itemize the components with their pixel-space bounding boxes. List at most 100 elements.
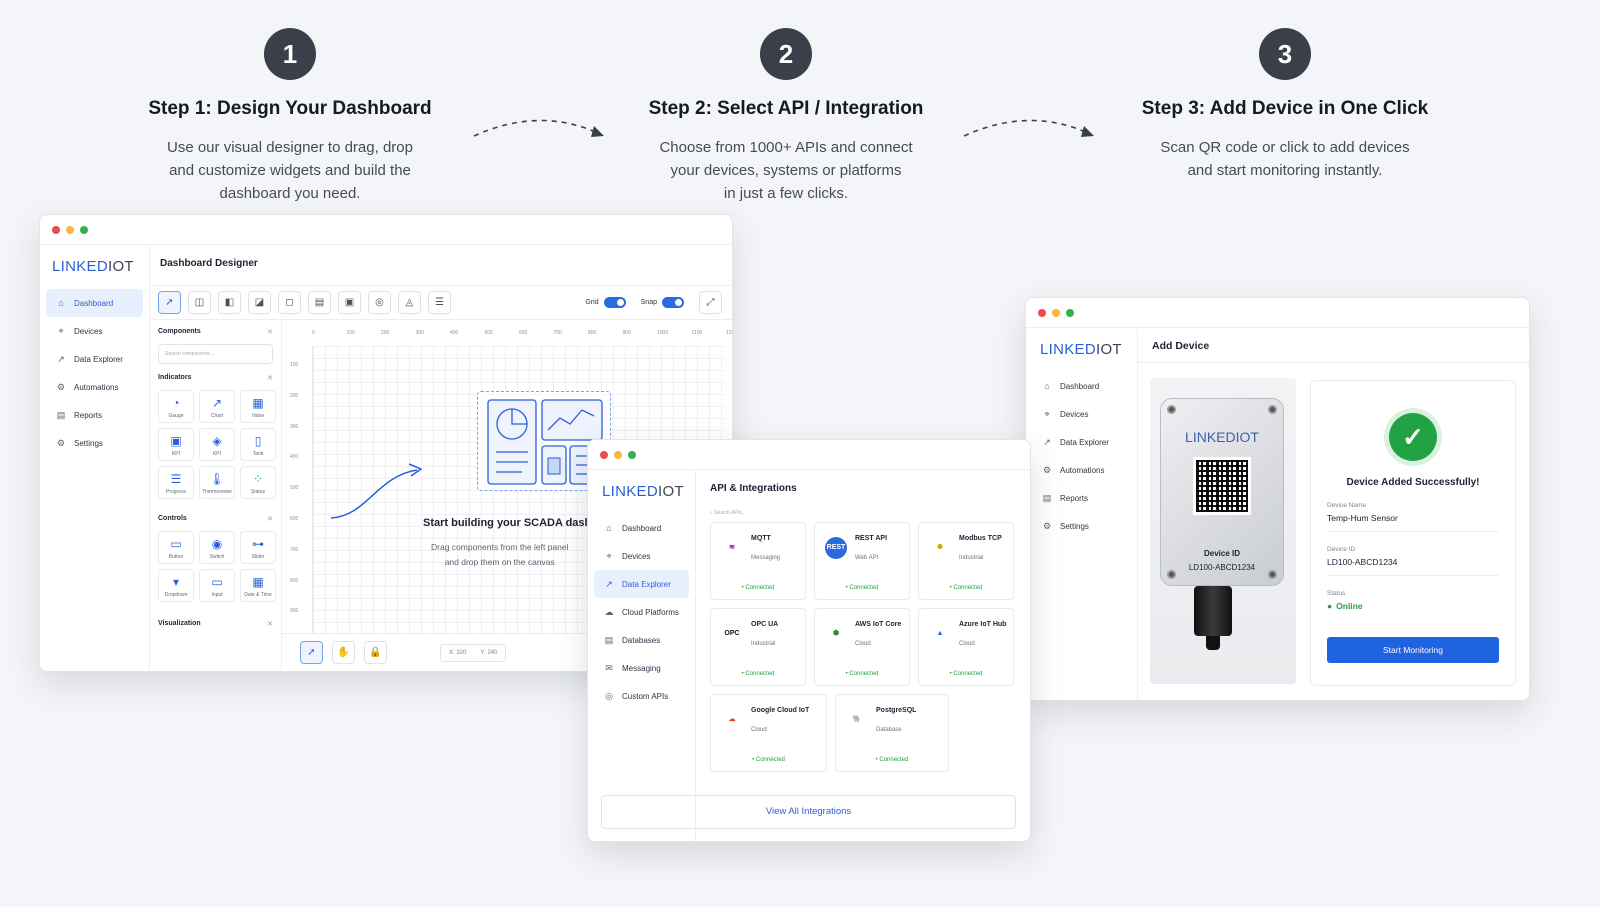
grid-switch[interactable] [603,297,626,308]
components-header: Components ✕ [158,328,273,336]
kpi-component[interactable]: ◈ KPI [199,428,235,461]
search-input[interactable]: ⌕ Search APIs... [710,510,1016,516]
expand-icon[interactable]: ⤢ [699,291,722,314]
integration-name: Google Cloud IoT [751,707,810,714]
widget-tool-button[interactable]: ◫ [188,291,211,314]
integration-card[interactable]: ▲ Azure IoT Hub Cloud • Connected [918,608,1014,686]
integration-logo-icon: ▲ [929,623,951,645]
image-tool-button[interactable]: ◬ [398,291,421,314]
dropdown-component[interactable]: ▾ Dropdown [158,569,194,602]
widget-tool-button[interactable]: ◧ [218,291,241,314]
switch-component[interactable]: ◉ Switch [199,531,235,564]
pointer-tool-button[interactable]: ➚ [300,641,323,664]
integration-logo-icon: ⬢ [825,623,847,645]
integration-card[interactable]: ⬢ AWS IoT Core Cloud • Connected [814,608,910,686]
chart-icon: ↗ [211,396,223,410]
sidebar-item-cloud-platforms[interactable]: ☁ Cloud Platforms [594,598,689,626]
close-window-button[interactable] [1038,308,1046,317]
close-icon[interactable]: ✕ [267,620,273,628]
widget-tool-button[interactable]: ▣ [338,291,361,314]
sidebar-item-messaging[interactable]: ✉ Messaging [594,654,689,682]
sidebar-item-reports[interactable]: ▤ Reports [1032,484,1131,512]
sidebar-item-settings[interactable]: ⚙ Settings [46,429,143,457]
widget-tool-button[interactable]: ◻ [278,291,301,314]
sidebar-item-devices[interactable]: ⌖ Devices [46,317,143,345]
sidebar-item-data-explorer[interactable]: ↗ Data Explorer [1032,428,1131,456]
close-icon[interactable]: ✕ [267,515,273,523]
grid-toggle[interactable]: Grid [585,297,626,308]
integration-card[interactable]: ✺ Modbus TCP Industrial • Connected [918,522,1014,600]
chart-component[interactable]: ↗ Chart [199,390,235,423]
qr-code-icon[interactable] [1193,457,1251,515]
value-component[interactable]: ▦ Value [240,390,276,423]
sidebar-item-data-explorer[interactable]: ↗ Data Explorer [594,570,689,598]
integration-logo-icon: 🐘 [846,709,868,731]
step-desc-line: Scan QR code or click to add devices [1160,139,1410,156]
start-monitoring-button[interactable]: Start Monitoring [1327,637,1499,663]
progress-component[interactable]: ☰ Progress [158,466,194,499]
close-icon[interactable]: ✕ [267,328,273,336]
integration-card[interactable]: OPC OPC UA Industrial • Connected [710,608,806,686]
pan-tool-button[interactable]: ✋ [332,641,355,664]
close-icon[interactable]: ✕ [267,374,273,382]
minimize-window-button[interactable] [614,450,622,459]
snap-toggle[interactable]: Snap [641,297,684,308]
close-window-button[interactable] [600,450,608,459]
sidebar-item-dashboard[interactable]: ⌂ Dashboard [1032,372,1131,400]
integration-logo-icon: REST [825,537,847,559]
step-desc-line: and customize widgets and build the [169,162,411,179]
sidebar-item-databases[interactable]: ▤ Databases [594,626,689,654]
integration-logo-icon: ✺ [929,537,951,559]
thermometer-component[interactable]: 🌡 Thermometer [199,466,235,499]
view-all-integrations-button[interactable]: View All Integrations [601,795,1016,829]
search-input[interactable]: Search components... [158,344,273,364]
cloud-icon: ☁ [604,606,614,617]
input-component[interactable]: ▭ Input [199,569,235,602]
sidebar-item-custom-apis[interactable]: ◎ Custom APIs [594,682,689,710]
datetime-component[interactable]: ▦ Date & Time [240,569,276,602]
table-tool-button[interactable]: ▤ [308,291,331,314]
status-component[interactable]: ⁘ Status [240,466,276,499]
dropdown-icon: ▾ [172,575,180,589]
designer-toolbar: ➚ ◫ ◧ ◪ ◻ ▤ ▣ ◎ ◬ ☰ Grid Snap ⤢ [150,286,732,320]
tank-component[interactable]: ▯ Tank [240,428,276,461]
integration-name: Azure IoT Hub [959,621,1007,628]
sidebar-item-reports[interactable]: ▤ Reports [46,401,143,429]
close-window-button[interactable] [52,225,60,234]
slider-component[interactable]: ⊶ Slider [240,531,276,564]
snap-switch[interactable] [662,297,684,308]
integration-status: • Connected [845,585,879,591]
report-icon: ▤ [56,409,66,420]
integration-card[interactable]: REST REST API Web API • Connected [814,522,910,600]
sidebar-item-automations[interactable]: ⚙ Automations [46,373,143,401]
step-2: 2 Step 2: Select API / Integration Choos… [576,28,996,205]
maximize-window-button[interactable] [80,225,88,234]
select-tool-button[interactable]: ➚ [158,291,181,314]
gear-icon: ⚙ [1042,520,1052,531]
sidebar-item-devices[interactable]: ⌖ Devices [1032,400,1131,428]
integration-card[interactable]: ☁ Google Cloud IoT Cloud • Connected [710,694,827,772]
integration-card[interactable]: ≋ MQTT Messaging • Connected [710,522,806,600]
kpi-component[interactable]: ▣ KPI [158,428,194,461]
lock-tool-button[interactable]: 🔒 [364,641,387,664]
sidebar-item-dashboard[interactable]: ⌂ Dashboard [46,289,143,317]
integration-card[interactable]: 🐘 PostgreSQL Database • Connected [835,694,949,772]
maximize-window-button[interactable] [628,450,636,459]
sidebar-item-data-explorer[interactable]: ↗ Data Explorer [46,345,143,373]
sidebar-item-devices[interactable]: ⌖ Devices [594,542,689,570]
maximize-window-button[interactable] [1066,308,1074,317]
sidebar-item-automations[interactable]: ⚙ Automations [1032,456,1131,484]
step-title: Step 3: Add Device in One Click [1141,98,1429,119]
sidebar-item-dashboard[interactable]: ⌂ Dashboard [594,514,689,542]
minimize-window-button[interactable] [66,225,74,234]
gauge-component[interactable]: ◔ Gauge [158,390,194,423]
minimize-window-button[interactable] [1052,308,1060,317]
widget-tool-button[interactable]: ◪ [248,291,271,314]
button-component[interactable]: ▭ Button [158,531,194,564]
integration-status: • Connected [845,671,879,677]
target-tool-button[interactable]: ◎ [368,291,391,314]
sidebar-item-settings[interactable]: ⚙ Settings [1032,512,1131,540]
list-tool-button[interactable]: ☰ [428,291,451,314]
api-icon: ◎ [605,690,613,701]
integration-name: AWS IoT Core [855,621,902,628]
